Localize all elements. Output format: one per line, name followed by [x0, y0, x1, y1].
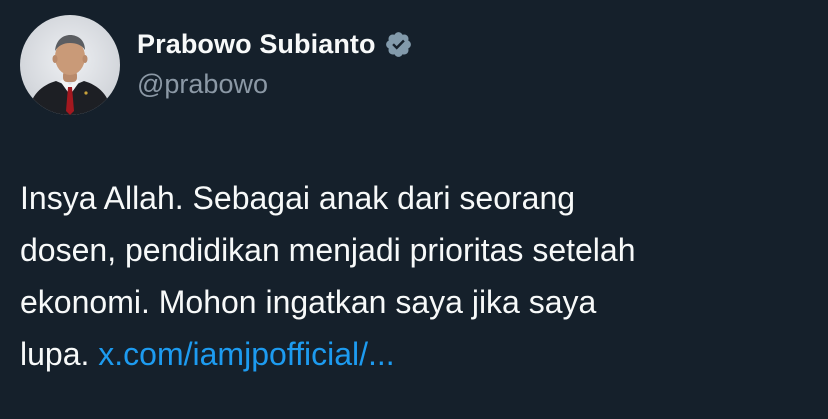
author-handle[interactable]: @prabowo: [137, 69, 268, 100]
tweet-text-line: ekonomi. Mohon ingatkan saya jika saya: [20, 284, 597, 320]
tweet-link[interactable]: x.com/iamjpofficial/...: [98, 336, 394, 372]
tweet-text-fragment: lupa.: [20, 336, 99, 372]
tweet-text-line: dosen, pendidikan menjadi prioritas sete…: [20, 232, 636, 268]
tweet-text-line: Insya Allah. Sebagai anak dari seorang: [20, 180, 576, 216]
avatar[interactable]: [20, 15, 120, 115]
tweet-text-last-line: lupa. x.com/iamjpofficial/...: [20, 328, 810, 380]
tweet-text: Insya Allah. Sebagai anak dari seorang d…: [20, 172, 810, 380]
tweet-card: Prabowo Subianto @prabowo Insya Allah. S…: [0, 0, 828, 419]
author-name-row: Prabowo Subianto: [137, 27, 413, 61]
profile-photo-icon: [28, 35, 112, 115]
author-display-name[interactable]: Prabowo Subianto: [137, 29, 376, 60]
verified-badge-icon[interactable]: [384, 30, 413, 59]
